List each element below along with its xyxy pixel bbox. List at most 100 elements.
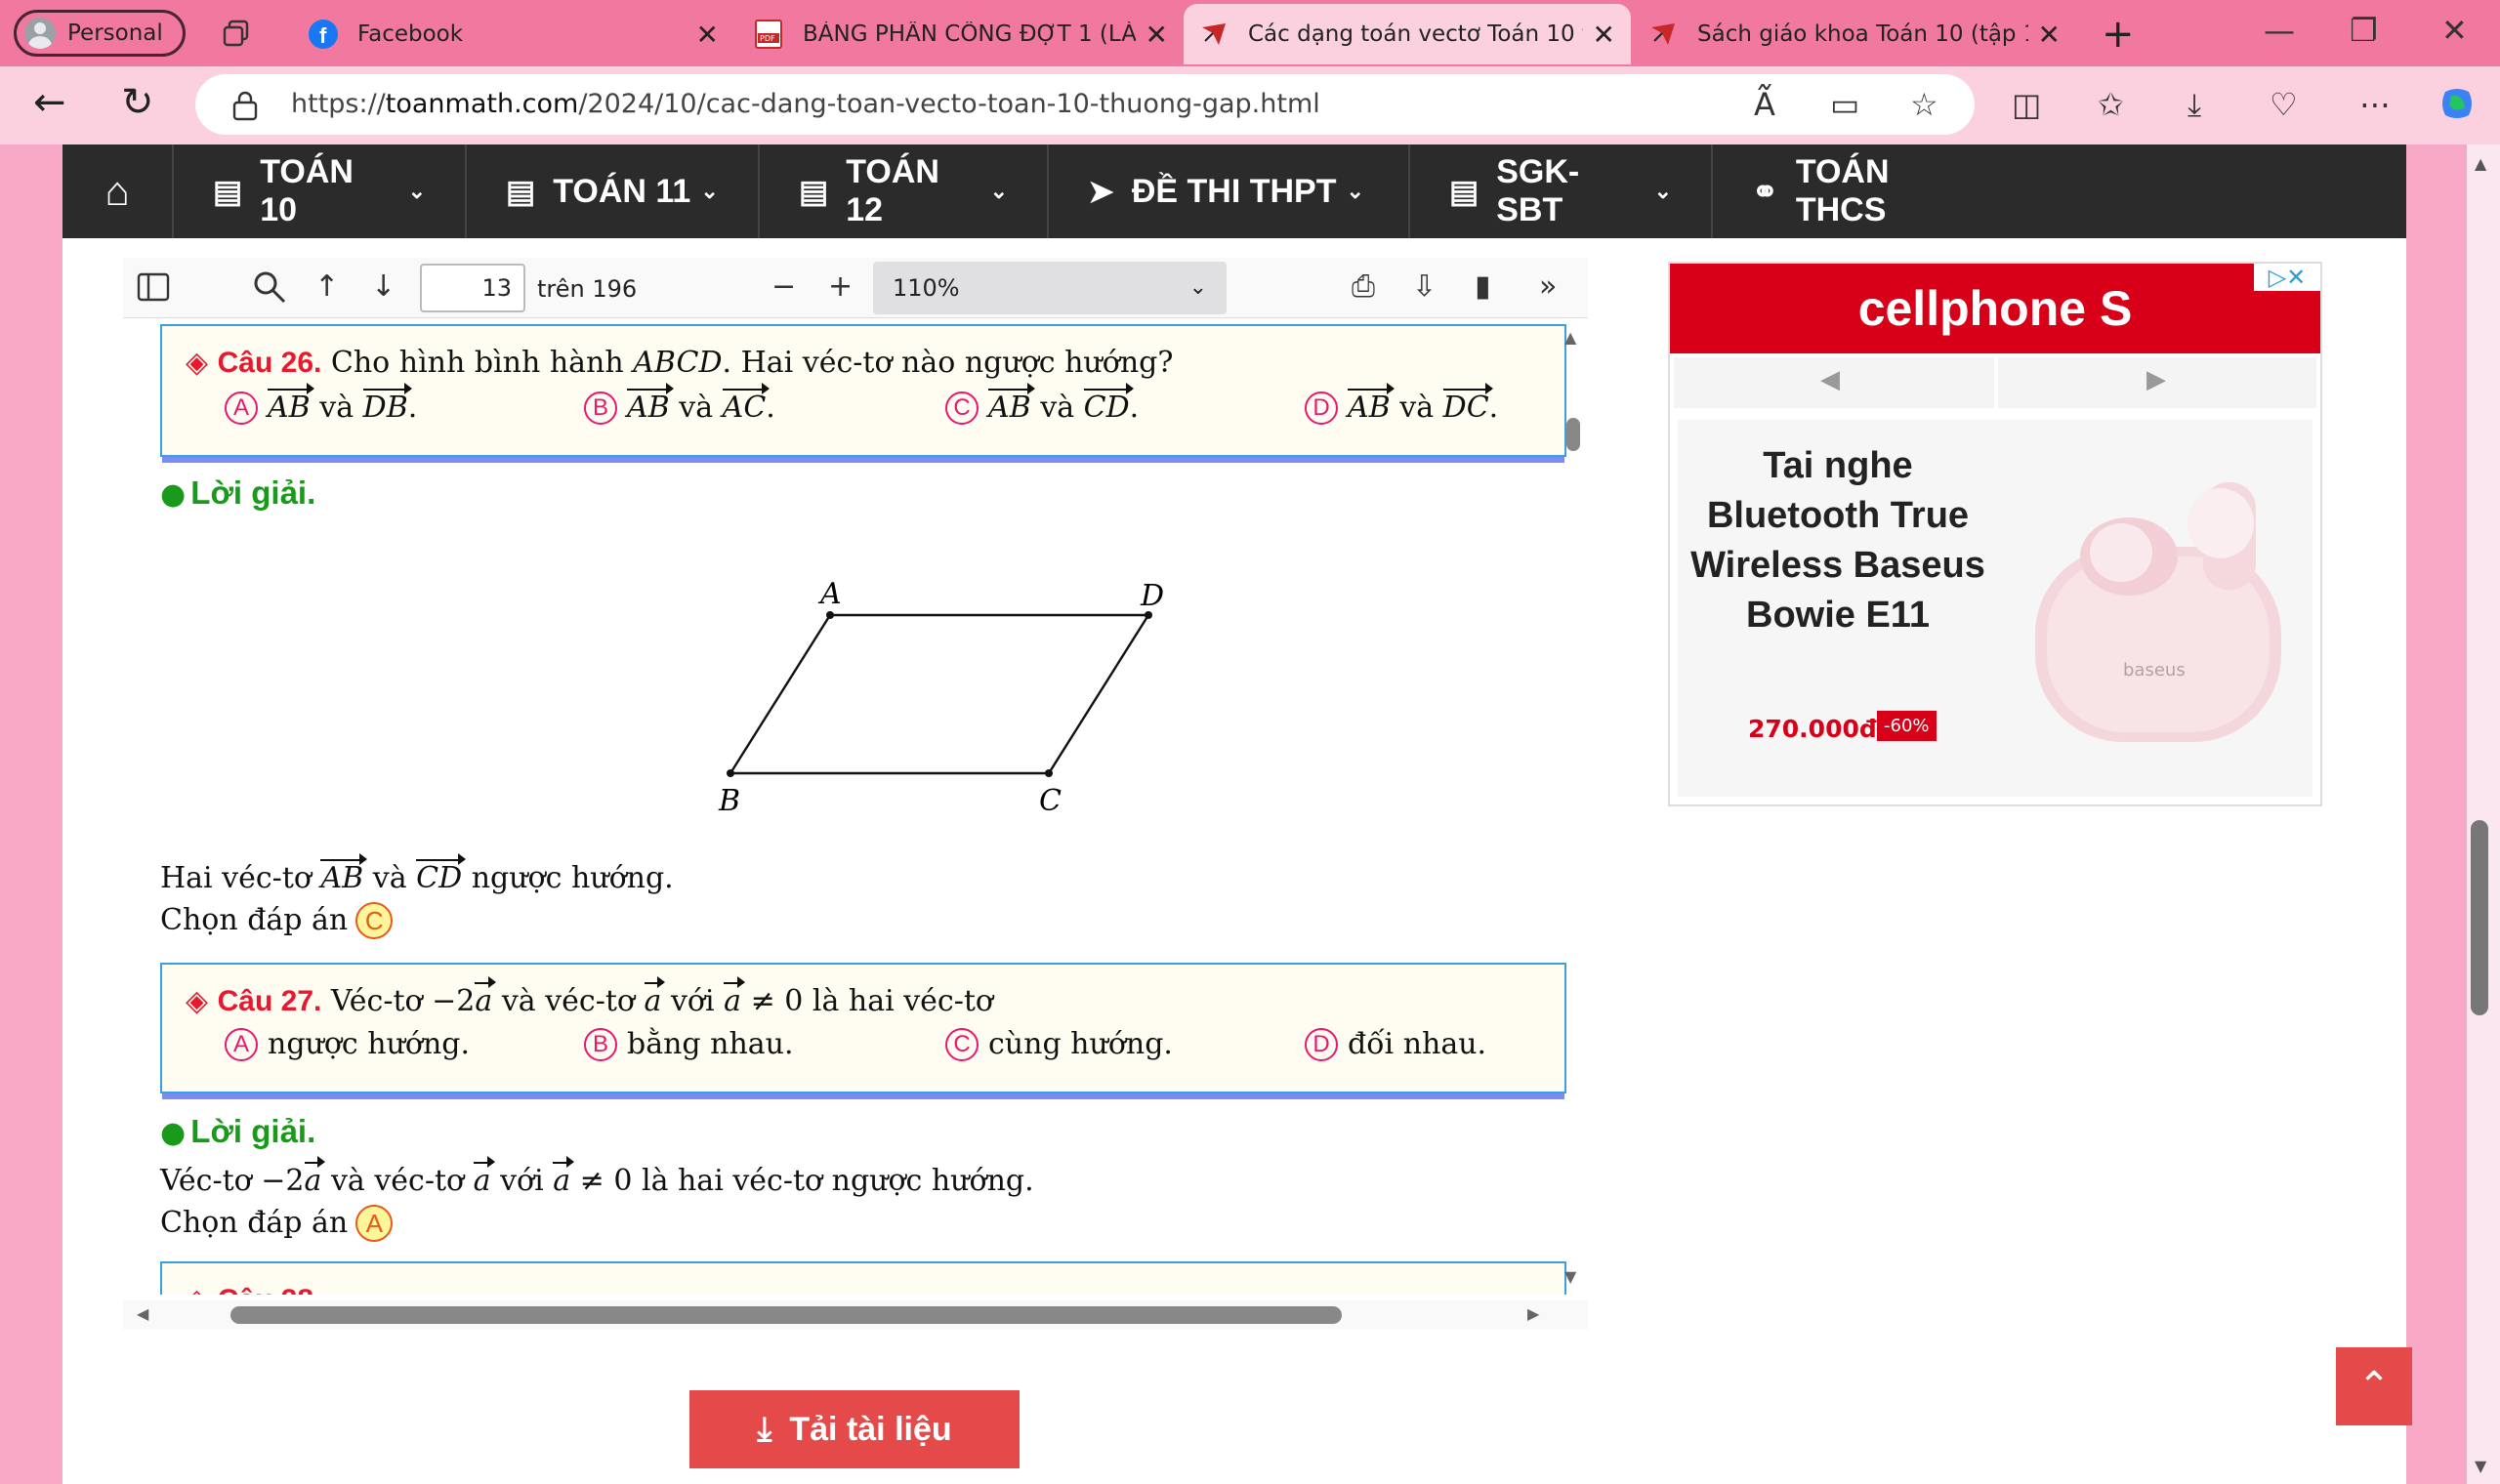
download-icon: ⤓: [757, 1410, 772, 1448]
ad-product-title[interactable]: Tai nghe Bluetooth True Wireless Baseus …: [1682, 441, 1994, 640]
print-icon[interactable]: ⎙: [1352, 269, 1375, 304]
more-tools-icon[interactable]: »: [1539, 269, 1557, 304]
speech-bubble-icon: ●: [160, 1116, 187, 1150]
earbuds-product-image: baseus: [2035, 482, 2281, 742]
nav-sgk-sbt[interactable]: ▤ SGK-SBT ⌄: [1410, 144, 1713, 238]
tab-title: Facebook: [357, 21, 464, 47]
next-page-icon[interactable]: ↓: [371, 269, 396, 304]
minimize-button[interactable]: —: [2264, 12, 2295, 49]
pdf-scrollbar-thumb[interactable]: [1566, 418, 1580, 451]
nav-toan-12[interactable]: ▤ TOÁN 12 ⌄: [760, 144, 1049, 238]
search-icon[interactable]: [252, 269, 287, 305]
scroll-down-icon[interactable]: ▼: [2475, 1457, 2486, 1475]
coefficient: −2: [261, 1164, 305, 1198]
url-text[interactable]: https://toanmath.com/2024/10/cac-dang-to…: [291, 89, 1320, 119]
ad-prev-icon[interactable]: ◀: [1820, 365, 1840, 394]
download-button[interactable]: ⤓ Tải tài liệu: [689, 1390, 1020, 1468]
zoom-in-icon[interactable]: +: [828, 269, 853, 304]
solution-label: Lời giải.: [190, 1113, 316, 1149]
workspaces-icon[interactable]: [221, 18, 252, 49]
solution-label: Lời giải.: [190, 474, 316, 511]
profile-button[interactable]: Personal: [14, 10, 186, 57]
close-icon[interactable]: ✕: [2038, 19, 2061, 51]
tab-facebook[interactable]: f Facebook ✕: [293, 4, 734, 64]
new-tab-button[interactable]: +: [2102, 12, 2135, 57]
facebook-icon: f: [309, 20, 338, 49]
favorite-star-icon[interactable]: ☆: [1910, 86, 1938, 123]
close-icon[interactable]: ✕: [1593, 19, 1615, 51]
ad-carousel-controls: ◀ ▶: [1670, 353, 2320, 412]
question-text: Cho hình bình hành: [330, 346, 624, 380]
ad-choices-icon[interactable]: ▷✕: [2254, 264, 2320, 291]
solution-26-text: Hai véc-tơ AB và CD ngược hướng.: [160, 853, 674, 895]
lock-icon[interactable]: [230, 90, 260, 121]
option-b[interactable]: B AB và AC.: [584, 383, 775, 425]
pdf-scrollbar[interactable]: ▲ ▼: [1559, 324, 1588, 1289]
zoom-value: 110%: [893, 274, 960, 302]
tab-title: Các dạng toán vectơ Toán 10 th: [1248, 21, 1583, 47]
zoom-select[interactable]: 110% ⌄: [873, 262, 1227, 314]
tab-pdf[interactable]: PDF BẢNG PHÂN CÔNG ĐỢT 1 (LÀM ✕: [738, 4, 1184, 64]
option-c[interactable]: Ccùng hướng.: [945, 1027, 1173, 1061]
downloads-icon[interactable]: ⤓: [2188, 86, 2201, 124]
option-b[interactable]: Bbằng nhau.: [584, 1027, 794, 1061]
answer-27: Chọn đáp án A: [160, 1205, 394, 1242]
scroll-up-icon[interactable]: ▲: [2475, 154, 2486, 173]
bookmark-icon[interactable]: ▮: [1475, 269, 1491, 304]
scroll-right-icon[interactable]: ▶: [1527, 1304, 1539, 1323]
option-d[interactable]: D AB và DC.: [1305, 383, 1498, 425]
refresh-icon[interactable]: ↻: [121, 80, 154, 125]
zoom-out-icon[interactable]: −: [771, 269, 796, 304]
nav-toan-10[interactable]: ▤ TOÁN 10 ⌄: [174, 144, 467, 238]
read-aloud-icon[interactable]: A᷉: [1754, 86, 1775, 123]
back-arrow-icon[interactable]: ←: [33, 80, 66, 125]
nav-toan-11[interactable]: ▤ TOÁN 11 ⌄: [467, 144, 760, 238]
book-icon: ▤: [213, 174, 243, 209]
option-c[interactable]: C AB và CD.: [945, 383, 1139, 425]
split-screen-icon[interactable]: ◫: [2012, 86, 2041, 123]
immersive-reader-icon[interactable]: ▭: [1830, 86, 1859, 123]
tab-sgk[interactable]: Sách giáo khoa Toán 10 (tập 1) ✕: [1633, 4, 2076, 64]
close-icon[interactable]: ✕: [1146, 19, 1168, 51]
scroll-down-icon[interactable]: ▼: [1564, 1267, 1576, 1286]
option-letter: B: [584, 391, 617, 425]
option-letter: A: [225, 391, 258, 425]
toanmath-icon: [1648, 20, 1678, 49]
back-to-top-button[interactable]: ⌃: [2336, 1347, 2412, 1425]
nav-label: TOÁN 12: [846, 153, 939, 228]
option-text: cùng hướng.: [988, 1027, 1173, 1061]
save-icon[interactable]: ⇩: [1412, 269, 1437, 304]
answer-badge: A: [355, 1205, 394, 1242]
sidebar-toggle-icon[interactable]: [137, 271, 170, 303]
option-a[interactable]: A AB và DB.: [225, 383, 417, 425]
close-icon[interactable]: ✕: [696, 19, 719, 51]
option-d[interactable]: Dđối nhau.: [1305, 1027, 1486, 1061]
scroll-up-icon[interactable]: ▲: [1564, 328, 1576, 347]
previous-page-icon[interactable]: ↑: [314, 269, 339, 304]
question-text: và véc-tơ: [501, 984, 635, 1018]
more-menu-icon[interactable]: ⋯: [2359, 86, 2391, 123]
pdf-horizontal-scrollbar-thumb[interactable]: [230, 1306, 1342, 1324]
nav-de-thi-thpt[interactable]: ➤ ĐỀ THI THPT ⌄: [1049, 144, 1410, 238]
scroll-left-icon[interactable]: ◀: [137, 1304, 148, 1323]
tab-active-toanmath[interactable]: Các dạng toán vectơ Toán 10 th ✕: [1184, 4, 1631, 64]
copilot-icon[interactable]: [2438, 84, 2477, 123]
ad-next-icon[interactable]: ▶: [2146, 365, 2166, 394]
page-number-input[interactable]: 13: [420, 264, 525, 312]
nav-toan-thcs[interactable]: ⚭ TOÁN THCS: [1713, 144, 2006, 238]
nav-home[interactable]: ⌂: [62, 144, 174, 238]
chevron-down-icon: ⌄: [1346, 179, 1364, 203]
restore-button[interactable]: ❐: [2350, 12, 2378, 49]
nav-label: TOÁN 10: [260, 153, 354, 228]
question-number: Câu 28.: [218, 1284, 322, 1295]
url-domain: toanmath.com: [385, 89, 579, 119]
chevron-down-icon: ⌄: [407, 179, 426, 203]
page-scrollbar[interactable]: ▲ ▼: [2467, 144, 2500, 1484]
favorites-icon[interactable]: ✩: [2098, 86, 2124, 123]
window-close-button[interactable]: ✕: [2441, 12, 2468, 49]
question-text: với: [670, 984, 715, 1018]
vector: a: [475, 976, 497, 1018]
browser-essentials-icon[interactable]: ♡: [2270, 86, 2298, 123]
page-scrollbar-thumb[interactable]: [2471, 820, 2488, 1015]
option-a[interactable]: Angược hướng.: [225, 1027, 470, 1061]
